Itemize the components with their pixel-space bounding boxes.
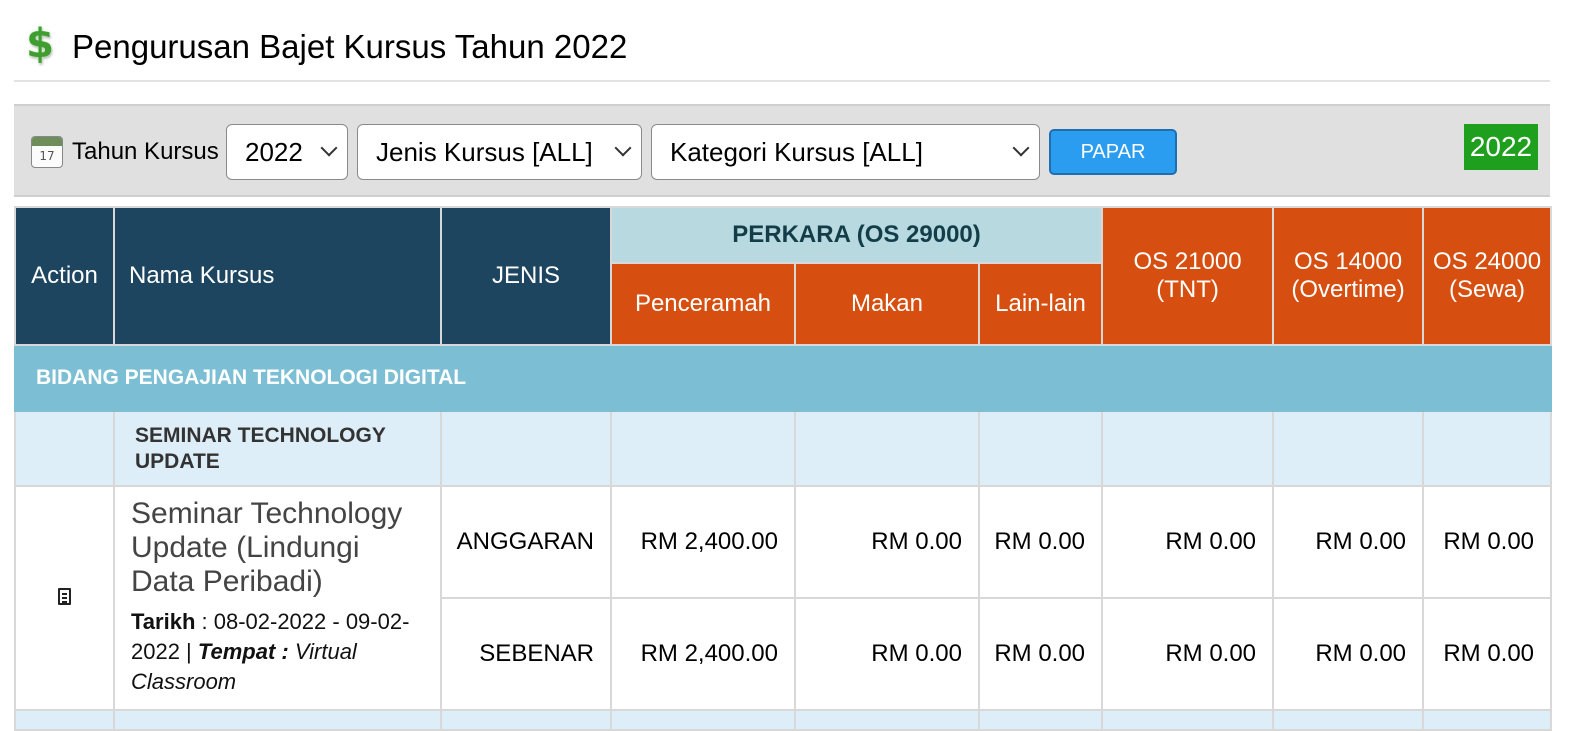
tempat-label: Tempat : (197, 639, 289, 664)
year-filter-label: Tahun Kursus (72, 138, 219, 165)
os24000-cell: RM 0.00 (1422, 485, 1553, 599)
os21000-cell: RM 0.00 (1101, 485, 1275, 599)
header-os14000: OS 14000 (Overtime) (1272, 206, 1425, 346)
page-title: Pengurusan Bajet Kursus Tahun 2022 (72, 28, 628, 65)
table-row: Seminar Technology Update (Lindungi Data… (14, 485, 1553, 711)
header-perkara: PERKARA (OS 29000) (609, 206, 1104, 264)
budget-table: Action Nama Kursus JENIS PERKARA (OS 290… (13, 206, 1553, 731)
action-cell (14, 485, 115, 711)
header-os21000: OS 21000 (TNT) (1101, 206, 1275, 346)
jenis-cell: SEBENAR (440, 597, 612, 711)
table-row (14, 709, 1553, 731)
makan-cell: RM 0.00 (794, 485, 980, 599)
header-nama-kursus: Nama Kursus (113, 206, 442, 346)
year-select-value: 2022 (245, 136, 303, 167)
chevron-down-icon (614, 139, 632, 157)
kategori-select[interactable]: Kategori Kursus [ALL] (651, 124, 1040, 180)
lain-lain-cell: RM 0.00 (977, 485, 1104, 599)
os14000-cell: RM 0.00 (1272, 485, 1425, 599)
header-os24000: OS 24000 (Sewa) (1422, 206, 1553, 346)
group-row: BIDANG PENGAJIAN TEKNOLOGI DIGITAL (13, 344, 1553, 412)
document-icon[interactable] (58, 588, 71, 605)
course-cell: Seminar Technology Update (Lindungi Data… (113, 485, 442, 711)
title-bar: $ Pengurusan Bajet Kursus Tahun 2022 (14, 0, 1550, 82)
papar-button[interactable]: PAPAR (1049, 129, 1177, 175)
os21000-cell: RM 0.00 (1101, 597, 1275, 711)
jenis-select-value: Jenis Kursus [ALL] (376, 136, 593, 167)
header-lain-lain: Lain-lain (977, 262, 1104, 346)
course-name: Seminar Technology Update (Lindungi Data… (131, 497, 403, 598)
filter-bar: 17 Tahun Kursus 2022 Jenis Kursus [ALL] … (14, 104, 1550, 197)
header-penceramah: Penceramah (610, 262, 796, 346)
os24000-cell: RM 0.00 (1422, 597, 1553, 711)
kategori-select-value: Kategori Kursus [ALL] (670, 136, 923, 167)
penceramah-cell: RM 2,400.00 (610, 485, 796, 599)
group-label: BIDANG PENGAJIAN TEKNOLOGI DIGITAL (13, 344, 1553, 412)
subgroup-label: SEMINAR TECHNOLOGY UPDATE (113, 410, 442, 487)
course-meta: Tarikh : 08-02-2022 - 09-02-2022 | Tempa… (131, 607, 426, 697)
header-action: Action (14, 206, 115, 346)
penceramah-cell: RM 2,400.00 (610, 597, 796, 711)
tarikh-label: Tarikh (131, 609, 196, 634)
chevron-down-icon (320, 139, 338, 157)
year-select[interactable]: 2022 (226, 124, 348, 180)
makan-cell: RM 0.00 (794, 597, 980, 711)
header-makan: Makan (794, 262, 980, 346)
year-badge: 2022 (1464, 124, 1538, 170)
jenis-select[interactable]: Jenis Kursus [ALL] (357, 124, 642, 180)
header-jenis: JENIS (440, 206, 612, 346)
calendar-icon: 17 (31, 136, 63, 168)
os14000-cell: RM 0.00 (1272, 597, 1425, 711)
lain-lain-cell: RM 0.00 (977, 597, 1104, 711)
jenis-cell: ANGGARAN (440, 485, 612, 599)
dollar-icon: $ (26, 21, 54, 67)
chevron-down-icon (1012, 139, 1030, 157)
subgroup-row: SEMINAR TECHNOLOGY UPDATE (14, 410, 1553, 487)
calendar-day: 17 (39, 149, 55, 163)
